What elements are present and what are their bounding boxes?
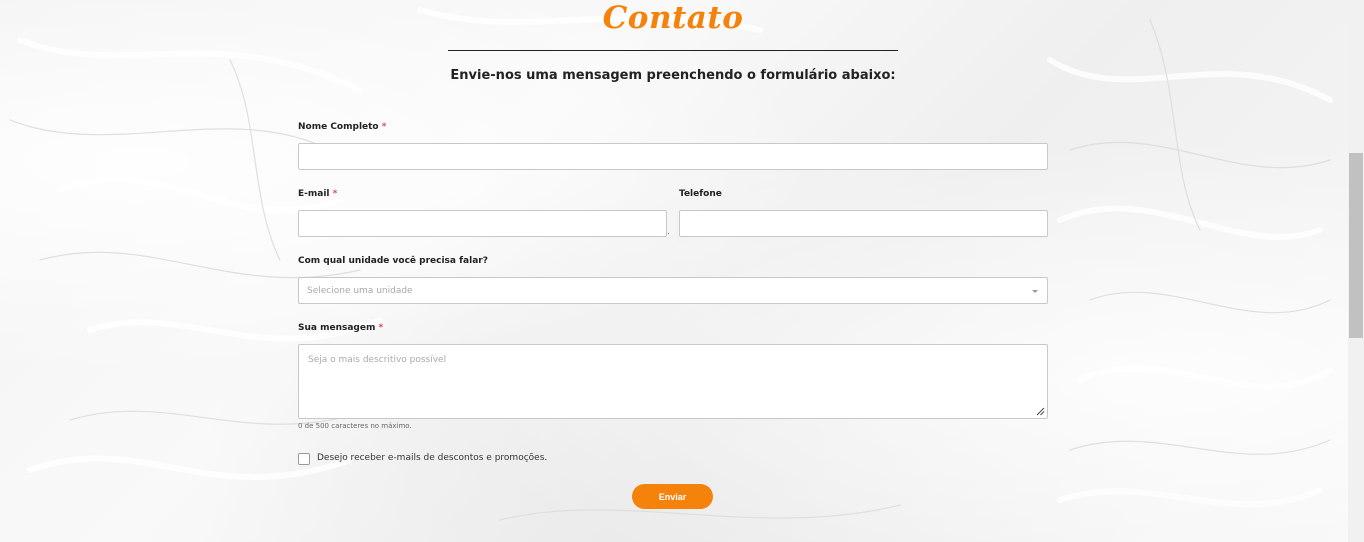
message-field-label: Sua mensagem * <box>298 323 383 333</box>
email-input[interactable] <box>298 210 667 237</box>
name-field-label: Nome Completo * <box>298 122 386 132</box>
contact-page: Contato Envie-nos uma mensagem preenchen… <box>0 0 1348 542</box>
promotions-checkbox[interactable] <box>298 453 310 465</box>
message-char-counter: 0 de 500 caracteres no máximo. <box>298 422 412 430</box>
email-field-label: E-mail * <box>298 189 337 199</box>
message-label-text: Sua mensagem <box>298 323 376 333</box>
page-title: Contato <box>602 0 744 36</box>
phone-field-label: Telefone <box>679 189 722 199</box>
unit-select[interactable]: Selecione uma unidade <box>298 277 1048 304</box>
message-textarea[interactable]: Seja o mais descritivo possível <box>298 344 1048 419</box>
message-placeholder: Seja o mais descritivo possível <box>308 355 447 365</box>
phone-input[interactable] <box>679 210 1048 237</box>
submit-button[interactable]: Enviar <box>632 484 713 509</box>
required-marker: * <box>381 122 387 132</box>
caret-down-icon <box>1032 290 1038 293</box>
promotions-checkbox-label[interactable]: Desejo receber e-mails de descontos e pr… <box>317 453 547 463</box>
phone-label-text: Telefone <box>679 189 722 199</box>
name-input[interactable] <box>298 143 1048 170</box>
title-divider <box>448 50 898 51</box>
unit-field-label: Com qual unidade você precisa falar? <box>298 256 488 266</box>
email-label-text: E-mail <box>298 189 330 199</box>
field-separator: . <box>667 227 670 237</box>
form-subtitle: Envie-nos uma mensagem preenchendo o for… <box>450 68 896 83</box>
name-label-text: Nome Completo <box>298 122 379 132</box>
resize-handle-icon[interactable] <box>1036 407 1045 416</box>
required-marker: * <box>332 189 338 199</box>
required-marker: * <box>378 323 384 333</box>
scrollbar-thumb[interactable] <box>1349 153 1363 338</box>
unit-select-placeholder: Selecione uma unidade <box>307 286 413 296</box>
